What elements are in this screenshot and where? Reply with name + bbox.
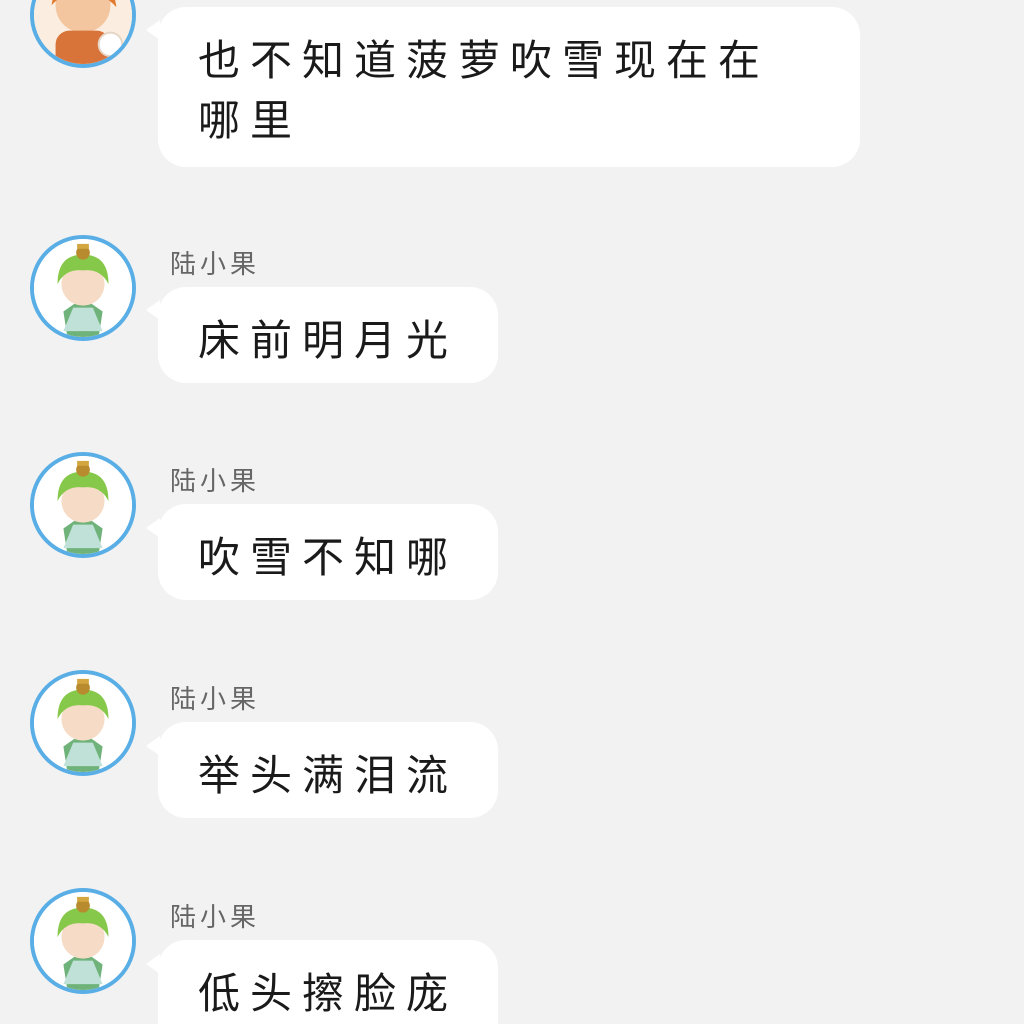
message-text: 低头擦脸庞 <box>198 969 459 1018</box>
chat-message-list[interactable]: 也不知道菠萝吹雪现在在哪里 陆小果 床前明月光 陆小果 吹雪不知哪 陆小果 举头… <box>0 0 1024 1024</box>
avatar[interactable] <box>30 670 136 776</box>
avatar[interactable] <box>30 888 136 994</box>
message-text: 吹雪不知哪 <box>198 533 459 582</box>
sender-name: 陆小果 <box>170 903 261 933</box>
sender-name: 陆小果 <box>170 250 261 280</box>
message-text: 床前明月光 <box>198 316 459 365</box>
green-hair-character-icon <box>34 239 132 337</box>
green-hair-character-icon <box>34 674 132 772</box>
avatar[interactable] <box>30 235 136 341</box>
message-text: 也不知道菠萝吹雪现在在哪里 <box>198 36 771 145</box>
message-text: 举头满泪流 <box>198 751 459 800</box>
avatar[interactable] <box>30 452 136 558</box>
green-hair-character-icon <box>34 456 132 554</box>
avatar[interactable] <box>30 0 136 68</box>
message-bubble[interactable]: 也不知道菠萝吹雪现在在哪里 <box>158 7 860 167</box>
green-hair-character-icon <box>34 892 132 990</box>
message-bubble[interactable]: 低头擦脸庞 <box>158 940 498 1024</box>
sender-name: 陆小果 <box>170 685 261 715</box>
sender-name: 陆小果 <box>170 467 261 497</box>
message-bubble[interactable]: 举头满泪流 <box>158 722 498 818</box>
message-bubble[interactable]: 床前明月光 <box>158 287 498 383</box>
orange-hair-character-icon <box>34 0 132 64</box>
message-bubble[interactable]: 吹雪不知哪 <box>158 504 498 600</box>
